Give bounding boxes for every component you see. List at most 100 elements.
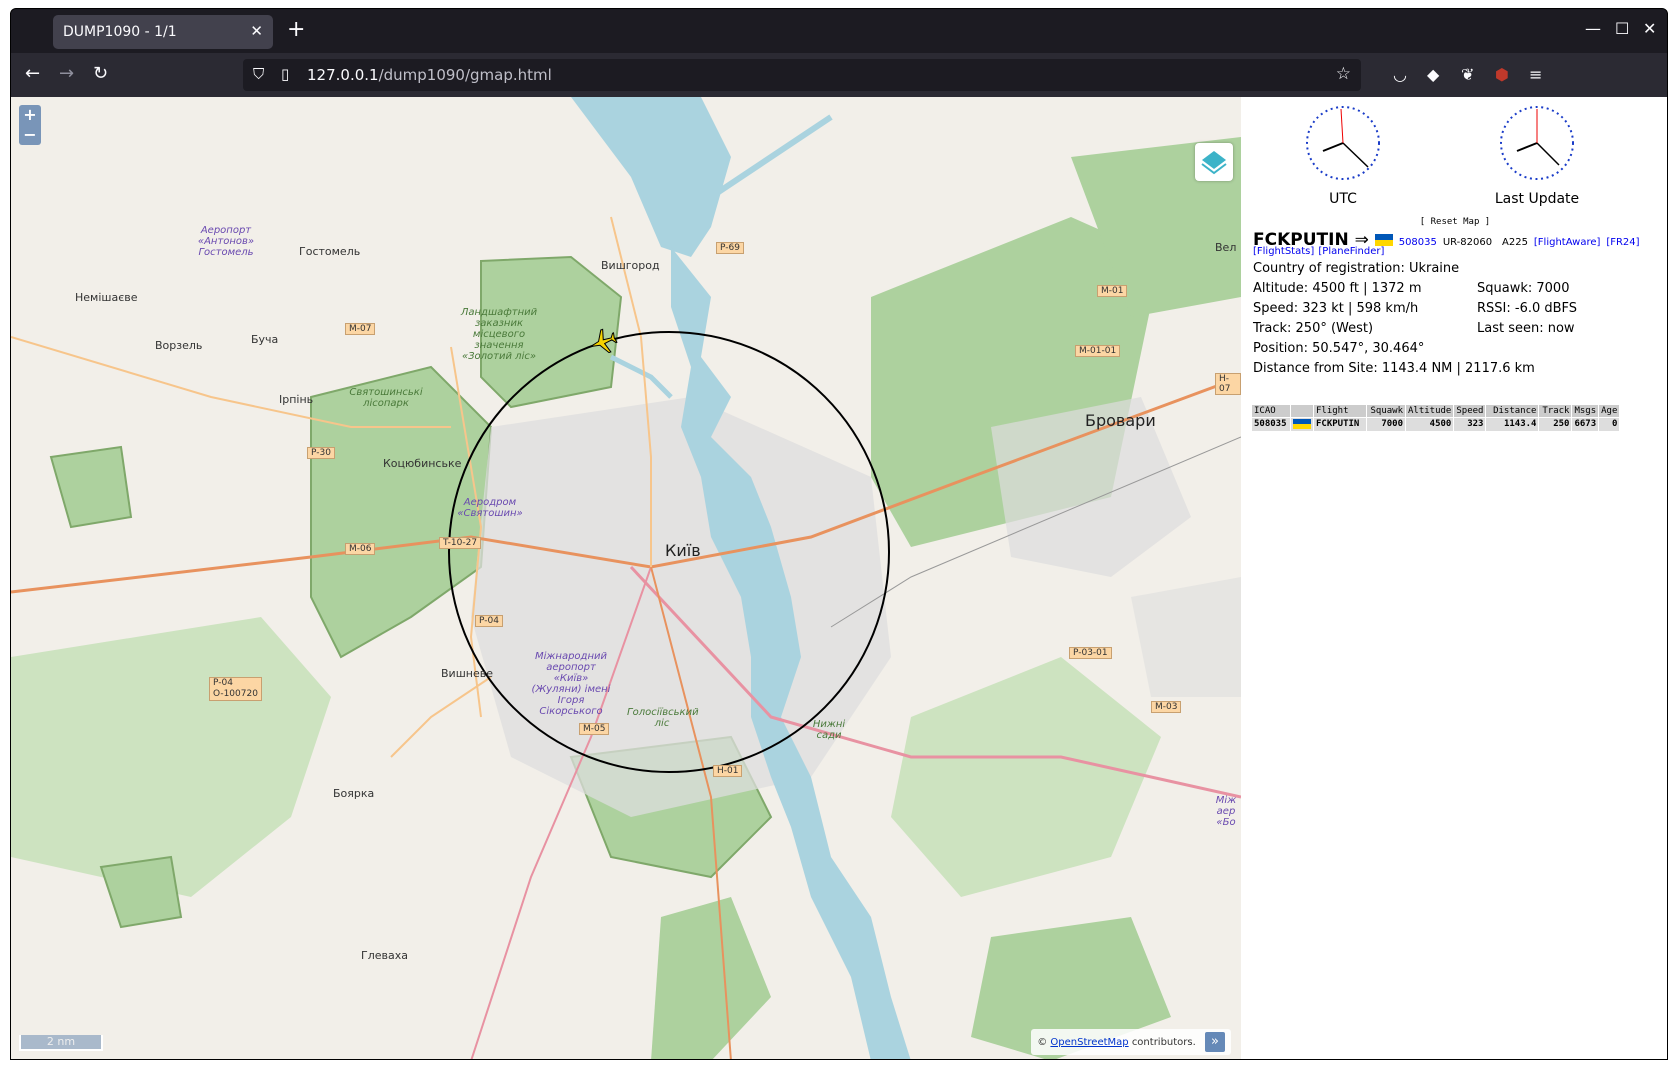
- reset-map-button[interactable]: [ Reset Map ]: [1241, 217, 1667, 227]
- map-label-hlevakha: Глеваха: [361, 949, 408, 962]
- road-shield: M-05: [579, 723, 610, 735]
- map-label-antonov: Аеропорт «Антонов» Гостомель: [197, 225, 255, 258]
- table-cell: 250: [1539, 418, 1572, 431]
- url-bar[interactable]: ⛉ ▯ 127.0.0.1/dump1090/gmap.html ☆: [243, 59, 1361, 91]
- track-info: Track: 250° (West): [1253, 321, 1374, 336]
- last-update-clock: Last Update: [1495, 103, 1579, 207]
- new-tab-button[interactable]: +: [287, 19, 305, 41]
- table-header-row: ICAO Flight Squawk Altitude Speed Distance Tra…: [1252, 405, 1620, 417]
- tab-title: DUMP1090 - 1/1: [63, 24, 177, 40]
- table-header-cell[interactable]: Age: [1599, 405, 1620, 417]
- browser-window: DUMP1090 - 1/1 ✕ + — ☐ ✕ ← → ↻ ⛉ ▯ 127.0…: [10, 8, 1668, 1060]
- table-row[interactable]: 508035 FCKPUTIN 7000 4500 323 1143.4 250 6673 0: [1252, 418, 1620, 431]
- maximize-button[interactable]: ☐: [1615, 19, 1629, 38]
- clock-face: [1306, 106, 1380, 180]
- close-window-button[interactable]: ✕: [1643, 19, 1656, 38]
- extension-icon[interactable]: ◆: [1427, 65, 1439, 84]
- table-cell: 7000: [1367, 418, 1405, 431]
- zoom-control: + −: [19, 105, 41, 145]
- attribution-prefix: ©: [1037, 1037, 1048, 1048]
- table-cell: 323: [1454, 418, 1486, 431]
- map-label-svyatoshynskyi: Святошинські лісопарк: [349, 387, 423, 409]
- reload-icon[interactable]: ↻: [93, 63, 108, 84]
- table-header-cell[interactable]: Msgs: [1572, 405, 1599, 417]
- table-header-cell[interactable]: Track: [1539, 405, 1572, 417]
- map-label-mizh: Між аер «Бо: [1215, 795, 1237, 828]
- rssi-info: RSSI: -6.0 dBFS: [1477, 301, 1578, 316]
- road-shield: P-69: [716, 242, 744, 254]
- tab-close-icon[interactable]: ✕: [250, 22, 263, 40]
- table-header-cell[interactable]: Altitude: [1406, 405, 1454, 417]
- more-links: [FlightStats] [PlaneFinder]: [1253, 243, 1384, 258]
- utc-label: UTC: [1329, 191, 1357, 207]
- table-header-cell[interactable]: [1291, 405, 1313, 417]
- map-label-bucha: Буча: [251, 333, 279, 346]
- table-header-cell[interactable]: Speed: [1454, 405, 1486, 417]
- map-label-zakaznyk: Ландшафтний заказник місцевого значення …: [460, 307, 538, 362]
- table-header-cell[interactable]: Distance: [1486, 405, 1539, 417]
- menu-icon[interactable]: ≡: [1529, 65, 1542, 84]
- minimize-button[interactable]: —: [1585, 19, 1601, 38]
- road-shield-line: O-100720: [213, 689, 258, 699]
- road-shield-line: P-04: [213, 678, 233, 688]
- table-cell: FCKPUTIN: [1314, 418, 1366, 431]
- map-label-nyzhni: Нижні сади: [812, 719, 846, 741]
- openstreetmap-link[interactable]: OpenStreetMap: [1050, 1037, 1128, 1048]
- map-label-nemishaeve: Немішаєве: [75, 291, 138, 304]
- position-info: Position: 50.547°, 30.464°: [1253, 341, 1425, 356]
- zoom-in-button[interactable]: +: [19, 105, 41, 125]
- bookmark-star-icon[interactable]: ☆: [1336, 64, 1351, 84]
- extension-2-icon[interactable]: ❦: [1461, 65, 1474, 84]
- pocket-icon[interactable]: ◡: [1393, 65, 1407, 84]
- road-shield: H-01: [713, 765, 743, 777]
- table-body: 508035 FCKPUTIN 7000 4500 323 1143.4 250 6673 0: [1252, 418, 1620, 431]
- table-header-cell[interactable]: Flight: [1314, 405, 1366, 417]
- table-header-cell[interactable]: ICAO: [1252, 405, 1290, 417]
- road-shield: P-30: [307, 447, 335, 459]
- fr24-link[interactable]: [FR24]: [1606, 237, 1639, 248]
- altitude-info: Altitude: 4500 ft | 1372 m: [1253, 281, 1422, 296]
- back-icon[interactable]: ←: [25, 63, 40, 84]
- squawk-info: Squawk: 7000: [1477, 281, 1570, 296]
- icao-link[interactable]: 508035: [1399, 237, 1437, 248]
- zoom-out-button[interactable]: −: [19, 125, 41, 145]
- last-update-label: Last Update: [1494, 191, 1580, 207]
- map-label-hostomel: Гостомель: [299, 245, 361, 258]
- aircraft-table: ICAO Flight Squawk Altitude Speed Distance Tra…: [1251, 404, 1620, 432]
- speed-info: Speed: 323 kt | 598 km/h: [1253, 301, 1419, 316]
- table-cell: 4500: [1406, 418, 1454, 431]
- distance-info: Distance from Site: 1143.4 NM | 2117.6 k…: [1253, 361, 1535, 376]
- road-shield: M-01-01: [1075, 345, 1121, 357]
- ublock-icon[interactable]: ⬢: [1495, 65, 1509, 84]
- sidebar: UTC Last Update [ Reset Map ] FCKPUTIN ⇒…: [1241, 97, 1667, 1059]
- last-seen-info: Last seen: now: [1477, 321, 1575, 336]
- attribution-suffix: contributors.: [1131, 1037, 1196, 1048]
- tab-dump1090[interactable]: DUMP1090 - 1/1 ✕: [53, 15, 273, 49]
- map-label-boiarka: Боярка: [333, 787, 375, 800]
- table-header-cell[interactable]: Squawk: [1367, 405, 1405, 417]
- map[interactable]: + − Київ Бровари Вишгород Гостомель Немі…: [11, 97, 1241, 1059]
- forward-icon[interactable]: →: [59, 63, 74, 84]
- table-cell: 6673: [1572, 418, 1599, 431]
- map-label-kyiv: Київ: [665, 541, 701, 560]
- layer-switcher-button[interactable]: [1195, 143, 1233, 181]
- road-shield: M-07: [345, 323, 376, 335]
- nav-bar: ← → ↻ ⛉ ▯ 127.0.0.1/dump1090/gmap.html ☆…: [11, 53, 1667, 97]
- page-info-icon[interactable]: ▯: [281, 65, 289, 83]
- planefinder-link[interactable]: [PlaneFinder]: [1318, 246, 1384, 257]
- url-text[interactable]: 127.0.0.1/dump1090/gmap.html: [307, 66, 552, 84]
- map-label-brovary: Бровари: [1085, 411, 1156, 430]
- flightaware-link[interactable]: [FlightAware]: [1534, 237, 1601, 248]
- tracking-shield-icon[interactable]: ⛉: [253, 65, 264, 83]
- layers-icon: [1201, 151, 1227, 175]
- url-host: 127.0.0.1: [307, 66, 379, 84]
- attribution-expand-button[interactable]: »: [1205, 1032, 1225, 1052]
- map-label-holosiivskyi: Голосіївський ліс: [627, 707, 699, 729]
- map-attribution: © OpenStreetMap contributors. »: [1031, 1029, 1231, 1055]
- ukraine-flag-icon: [1293, 419, 1311, 429]
- scale-bar: 2 nm: [19, 1035, 103, 1051]
- map-label-vyshhorod: Вишгород: [601, 259, 660, 272]
- road-shield: H-07: [1215, 373, 1241, 395]
- flightstats-link[interactable]: [FlightStats]: [1253, 246, 1314, 257]
- utc-clock: UTC: [1303, 103, 1383, 207]
